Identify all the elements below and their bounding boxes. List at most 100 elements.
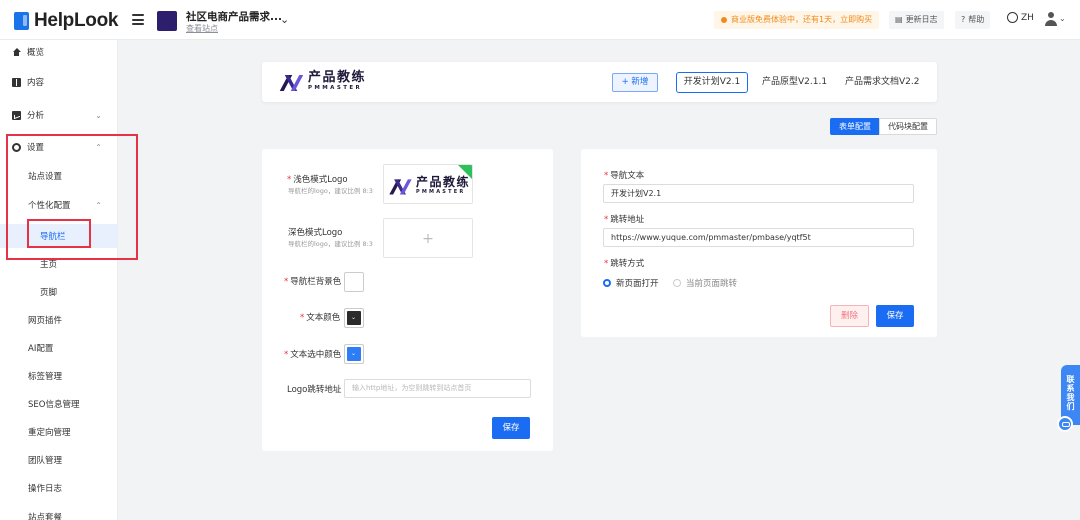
bg-color-swatch xyxy=(347,275,361,289)
view-site-link[interactable]: 查看站点 xyxy=(186,23,218,34)
dark-logo-upload[interactable]: + xyxy=(383,218,473,258)
logo-link-input[interactable]: 输入http地址，为空则跳转到站点首页 xyxy=(344,379,531,398)
jump-mode-label: * 跳转方式 xyxy=(604,259,645,269)
selected-corner-icon xyxy=(458,165,472,179)
logo-link-label: Logo跳转地址 xyxy=(287,385,342,395)
plus-icon: + xyxy=(422,231,434,247)
sidebar-item-redirects[interactable]: 重定向管理 xyxy=(0,421,118,443)
sidebar-item-logs[interactable]: 操作日志 xyxy=(0,477,118,499)
brand-cn: 产品教练 xyxy=(308,70,367,85)
delete-button[interactable]: 删除 xyxy=(830,305,869,327)
chat-icon[interactable] xyxy=(1057,416,1073,432)
text-color-swatch: ⌄ xyxy=(347,311,361,325)
link-label: * 跳转地址 xyxy=(604,215,645,225)
sidebar-item-label: 重定向管理 xyxy=(28,428,71,438)
user-menu[interactable]: ⌄ xyxy=(1045,12,1069,26)
sidebar-item-label: 概览 xyxy=(27,48,45,58)
pmmaster-logo-image: 产品教练 PMMASTER xyxy=(387,176,470,196)
document-icon: ▤ xyxy=(895,15,903,24)
navbar-preview: 产品教练 PMMASTER xyxy=(262,62,937,102)
brand-name: HelpLook xyxy=(34,10,119,31)
site-avatar xyxy=(157,11,177,31)
sidebar-item-label: 网页插件 xyxy=(28,316,63,326)
code-config-tab[interactable]: 代码块配置 xyxy=(879,118,937,135)
radio-selected-icon xyxy=(603,279,611,287)
user-icon-body xyxy=(1045,20,1057,26)
home-icon xyxy=(12,47,21,57)
text-color-picker[interactable]: ⌄ xyxy=(344,308,364,328)
sidebar-item-label: 标签管理 xyxy=(28,372,63,382)
sidebar-item-content[interactable]: 内容 xyxy=(0,71,118,93)
radio-new-page[interactable]: 新页面打开 xyxy=(603,277,659,289)
bg-color-label: * 导航栏背景色 xyxy=(284,277,342,287)
nav-tab-prototype[interactable]: 产品原型V2.1.1 xyxy=(762,72,827,93)
menu-icon[interactable] xyxy=(132,14,144,25)
nav-text-input[interactable]: 开发计划V2.1 xyxy=(603,184,914,203)
language-switcher[interactable]: ZH xyxy=(1007,12,1034,23)
text-color-label: * 文本颜色 xyxy=(300,313,341,323)
radio-current-page[interactable]: 当前页面跳转 xyxy=(673,277,737,289)
sidebar-item-label: 站点套餐 xyxy=(28,513,63,520)
sidebar-item-team[interactable]: 团队管理 xyxy=(0,449,118,471)
dark-logo-label: 深色模式Logo xyxy=(288,228,343,238)
language-label: ZH xyxy=(1021,12,1034,23)
highlight-box-navbar xyxy=(27,219,91,248)
pmmaster-logo-icon xyxy=(278,73,304,91)
sidebar: 概览 内容 分析 ⌄ 设置 ⌃ 站点设置 个性化配置 ⌃ 导航栏 主页 页脚 网… xyxy=(0,40,118,520)
radio-current-page-label: 当前页面跳转 xyxy=(686,279,738,289)
chevron-down-icon[interactable]: ⌄ xyxy=(280,13,289,26)
sidebar-item-label: 分析 xyxy=(27,111,45,121)
sidebar-item-label: 页脚 xyxy=(40,288,58,298)
promo-banner[interactable]: 商业版免费体验中，还有1天，立即购买 xyxy=(714,11,880,29)
sidebar-item-overview[interactable]: 概览 xyxy=(0,41,118,63)
chevron-down-icon: ⌄ xyxy=(1059,14,1066,23)
nav-tab-prd[interactable]: 产品需求文档V2.2 xyxy=(845,72,919,93)
sidebar-item-label: 操作日志 xyxy=(28,484,63,494)
sidebar-item-label: 内容 xyxy=(27,78,45,88)
chevron-down-icon: ⌄ xyxy=(351,350,357,357)
link-input[interactable]: https://www.yuque.com/pmmaster/pmbase/yq… xyxy=(603,228,914,247)
chevron-down-icon: ⌄ xyxy=(351,314,357,321)
brand-en: PMMASTER xyxy=(308,85,363,91)
preview-brand-logo: 产品教练 PMMASTER xyxy=(278,71,366,92)
sidebar-item-label: SEO信息管理 xyxy=(28,400,80,410)
selected-color-label: * 文本选中颜色 xyxy=(284,350,342,360)
changelog-label: 更新日志 xyxy=(905,15,938,24)
nav-tab-dev-plan[interactable]: 开发计划V2.1 xyxy=(676,72,748,93)
radio-unselected-icon xyxy=(673,279,681,287)
nav-text-label: * 导航文本 xyxy=(604,171,645,181)
sidebar-item-label: AI配置 xyxy=(28,344,54,354)
top-bar: HelpLook 社区电商产品需求... 查看站点 ⌄ 商业版免费体验中，还有1… xyxy=(0,0,1080,40)
sidebar-item-label: 团队管理 xyxy=(28,456,63,466)
sidebar-item-ai[interactable]: AI配置 xyxy=(0,337,118,359)
sidebar-item-plan[interactable]: 站点套餐 xyxy=(0,506,118,520)
promo-text: 商业版免费体验中，还有1天，立即购买 xyxy=(731,15,873,24)
helplook-logo[interactable]: HelpLook xyxy=(14,10,118,32)
selected-color-picker[interactable]: ⌄ xyxy=(344,344,364,364)
sidebar-item-tags[interactable]: 标签管理 xyxy=(0,365,118,387)
promo-icon xyxy=(721,17,727,23)
sidebar-item-plugins[interactable]: 网页插件 xyxy=(0,309,118,331)
sidebar-item-seo[interactable]: SEO信息管理 xyxy=(0,393,118,415)
help-button[interactable]: ? 帮助 xyxy=(955,11,991,29)
chevron-down-icon: ⌄ xyxy=(95,110,102,120)
chart-icon xyxy=(12,110,21,120)
sidebar-item-footer[interactable]: 页脚 xyxy=(0,281,118,303)
sidebar-item-analytics[interactable]: 分析 ⌄ xyxy=(0,104,118,126)
user-icon xyxy=(1048,12,1054,18)
changelog-button[interactable]: ▤ 更新日志 xyxy=(889,11,944,29)
dark-logo-hint: 导航栏的logo，建议比例 8:3 xyxy=(288,240,373,248)
book-icon xyxy=(12,77,21,87)
radio-new-page-label: 新页面打开 xyxy=(616,279,659,289)
save-nav-item-button[interactable]: 保存 xyxy=(876,305,914,327)
site-title[interactable]: 社区电商产品需求... xyxy=(186,9,282,24)
helplook-logo-icon xyxy=(14,12,29,30)
bg-color-picker[interactable] xyxy=(344,272,364,292)
add-nav-item-button[interactable]: + 新增 xyxy=(612,73,658,92)
globe-icon xyxy=(1007,12,1018,23)
light-logo-upload[interactable]: 产品教练 PMMASTER xyxy=(383,164,473,204)
save-style-button[interactable]: 保存 xyxy=(492,417,530,439)
form-config-tab[interactable]: 表单配置 xyxy=(830,118,880,135)
contact-us-label: 联系我们 xyxy=(1066,375,1075,411)
help-label: 帮助 xyxy=(968,15,985,24)
